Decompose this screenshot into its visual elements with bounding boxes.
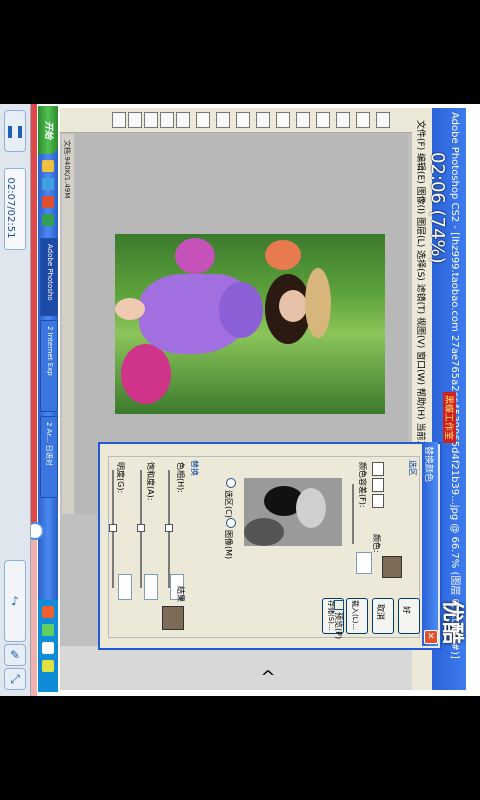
lightness-input[interactable] bbox=[118, 574, 132, 600]
radio-selection-label: 选区(C) bbox=[224, 490, 233, 518]
volume-slider[interactable]: ♪ bbox=[4, 560, 26, 642]
saturation-slider-knob[interactable] bbox=[137, 524, 145, 532]
taskbar-item-dict-label: 2 Ar... 日语对 bbox=[45, 422, 53, 466]
flowers-pink bbox=[121, 344, 171, 404]
taskbar-item-photoshop-label: Adobe Photosho bbox=[46, 244, 54, 301]
fuzz-label: 颜色容差(F): bbox=[358, 462, 367, 508]
brand-badge: 黑蝶工作室 bbox=[443, 392, 456, 444]
radio-image-label: 图像(M) bbox=[224, 530, 233, 560]
dodge-tool-icon[interactable] bbox=[256, 112, 270, 128]
face bbox=[279, 290, 307, 322]
media-icon[interactable] bbox=[42, 196, 54, 208]
eyedropper-tool-icon[interactable] bbox=[336, 112, 350, 128]
ok-button-label: 好 bbox=[402, 606, 411, 614]
seek-progress bbox=[30, 104, 37, 530]
tray-icon-4[interactable] bbox=[42, 660, 54, 672]
shape-tool-icon[interactable] bbox=[316, 112, 330, 128]
eraser-tool-icon[interactable] bbox=[216, 112, 230, 128]
preview-foliage bbox=[244, 518, 284, 546]
hand-tool-icon[interactable] bbox=[356, 112, 370, 128]
result-color-swatch[interactable] bbox=[162, 606, 184, 630]
start-button-label: 开始 bbox=[43, 120, 53, 139]
preview-checkbox[interactable] bbox=[334, 600, 344, 610]
collapse-chevron-icon[interactable]: ^ bbox=[258, 668, 278, 688]
lasso-tool-icon[interactable] bbox=[144, 112, 158, 128]
radio-selection[interactable] bbox=[226, 478, 236, 488]
dress-top bbox=[219, 282, 263, 338]
pen-tool-icon[interactable] bbox=[276, 112, 290, 128]
fullscreen-button[interactable]: ⤢ bbox=[4, 668, 26, 690]
dialog-close-icon[interactable]: ✕ bbox=[424, 630, 438, 644]
crop-tool-icon[interactable] bbox=[160, 112, 174, 128]
flowers-violet bbox=[175, 238, 215, 274]
fullscreen-icon: ⤢ bbox=[10, 671, 20, 686]
selection-label: 选区 bbox=[408, 460, 417, 476]
eyedropper-plus-icon[interactable] bbox=[372, 478, 384, 492]
eyedropper-icon[interactable] bbox=[372, 462, 384, 476]
stamp-tool-icon[interactable] bbox=[196, 112, 210, 128]
fuzz-slider[interactable] bbox=[352, 484, 354, 544]
radio-image[interactable] bbox=[226, 518, 236, 528]
tray-icon-3[interactable] bbox=[42, 642, 54, 654]
pause-button[interactable]: ❚❚ bbox=[4, 110, 26, 152]
pause-icon: ❚❚ bbox=[4, 124, 26, 138]
app-icon[interactable] bbox=[42, 214, 54, 226]
time-label: 02:07/02:51 bbox=[5, 177, 16, 239]
brush-tool-icon[interactable] bbox=[176, 112, 190, 128]
legs bbox=[115, 298, 145, 320]
hue-slider-knob[interactable] bbox=[165, 524, 173, 532]
preview-checkbox-label: 预览(P) bbox=[334, 612, 343, 640]
tray-icon-1[interactable] bbox=[42, 606, 54, 618]
fuzz-input[interactable] bbox=[356, 552, 372, 574]
zoom-tool-icon[interactable] bbox=[376, 112, 390, 128]
taskbar-item-ie-label: 2 Internet Exp bbox=[46, 326, 54, 376]
saturation-input[interactable] bbox=[144, 574, 158, 600]
type-tool-icon[interactable] bbox=[296, 112, 310, 128]
selection-preview bbox=[244, 478, 342, 546]
quicklaunch-icon[interactable] bbox=[42, 160, 54, 172]
lightness-label: 明度(G): bbox=[116, 462, 125, 494]
app-title: Adobe Photoshop CS2 - [lhz999.taobao.com… bbox=[449, 112, 460, 659]
bottom-panel bbox=[60, 646, 412, 690]
dialog-title: 替换颜色 bbox=[423, 446, 433, 483]
replace-label: 替换 bbox=[190, 460, 199, 476]
result-label: 结果 bbox=[176, 586, 185, 602]
sample-color-swatch[interactable] bbox=[382, 556, 402, 578]
hue-label: 色相(H): bbox=[176, 462, 185, 493]
straw-hat bbox=[305, 268, 331, 338]
preview-head bbox=[296, 488, 326, 528]
move-tool-icon[interactable] bbox=[112, 112, 126, 128]
eyedropper-minus-icon[interactable] bbox=[372, 494, 384, 508]
ie-icon[interactable] bbox=[42, 178, 54, 190]
volume-icon: ♪ bbox=[11, 594, 19, 608]
document-status: 文档:940K/1.49M bbox=[63, 140, 71, 199]
settings-button[interactable]: ✎ bbox=[4, 644, 26, 666]
sample-color-label: 颜色: bbox=[372, 534, 381, 553]
wrench-icon: ✎ bbox=[9, 648, 21, 662]
edited-photo bbox=[115, 234, 385, 414]
flowers-orange bbox=[265, 240, 301, 270]
ok-button[interactable] bbox=[398, 598, 420, 634]
tray-icon-2[interactable] bbox=[42, 624, 54, 636]
lightness-slider-knob[interactable] bbox=[109, 524, 117, 532]
video-watermark: 优酷 bbox=[439, 600, 464, 645]
saturation-label: 饱和度(A): bbox=[146, 462, 155, 501]
load-button-label: 载入(L)... bbox=[351, 600, 359, 631]
gradient-tool-icon[interactable] bbox=[236, 112, 250, 128]
marquee-tool-icon[interactable] bbox=[128, 112, 142, 128]
playback-overlay-time: 02:06 (74%) bbox=[427, 152, 448, 264]
